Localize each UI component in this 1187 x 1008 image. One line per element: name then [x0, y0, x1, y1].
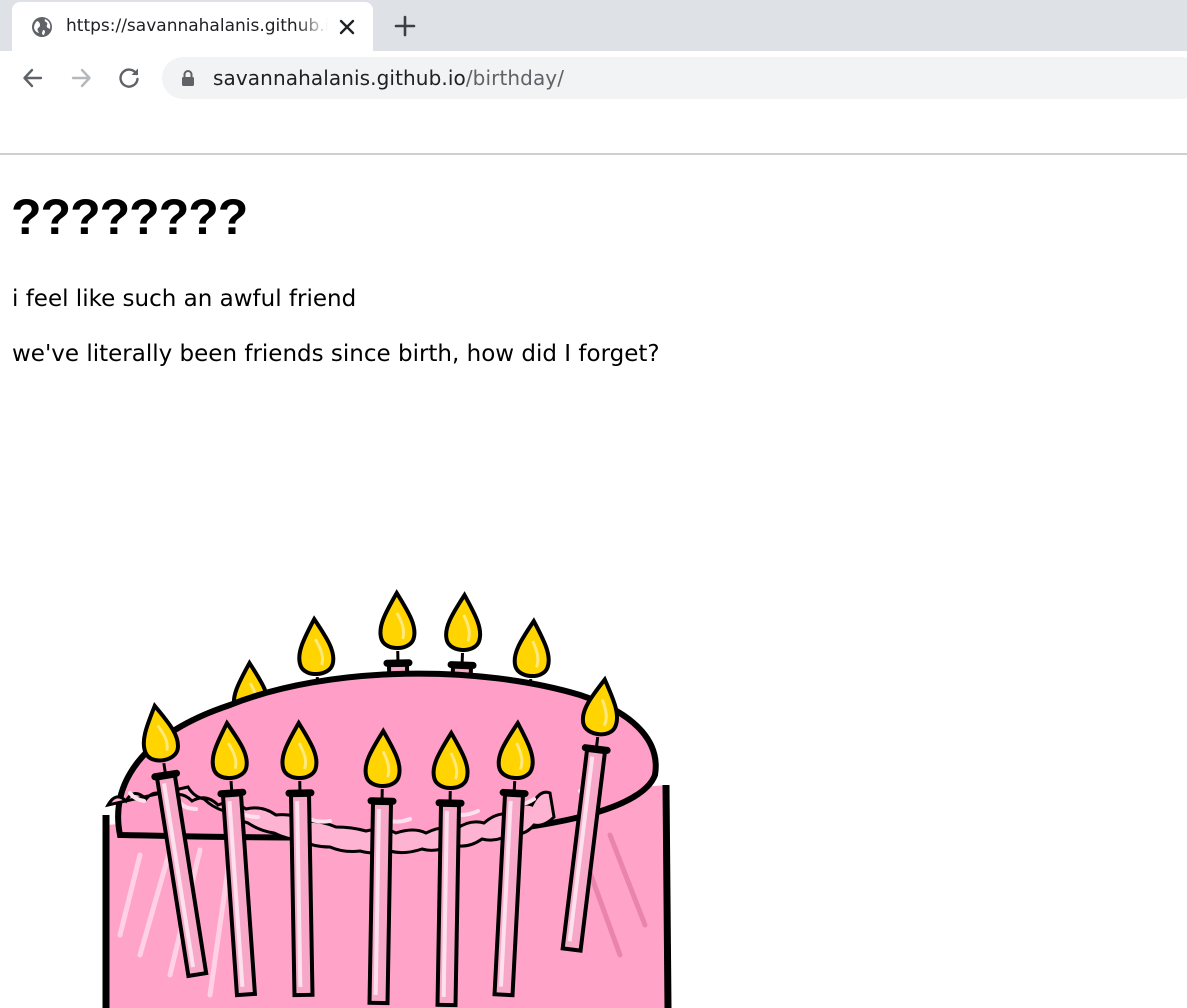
arrow-right-icon[interactable]	[68, 65, 94, 91]
reload-icon[interactable]	[116, 65, 142, 91]
globe-icon	[32, 17, 52, 37]
lock-icon[interactable]	[180, 69, 196, 87]
page-heading: ????????	[11, 189, 248, 245]
birthday-cake-icon	[102, 455, 672, 1008]
arrow-left-icon[interactable]	[20, 65, 46, 91]
address-bar[interactable]: savannahalanis.github.io/birthday/	[162, 57, 1187, 99]
page-content: ???????? i feel like such an awful frien…	[0, 155, 1187, 1008]
url-host: savannahalanis.github.io	[213, 66, 466, 90]
paragraph-friends-since-birth: we've literally been friends since birth…	[12, 341, 660, 367]
tab-title: https://savannahalanis.github.io/birthda…	[66, 16, 328, 36]
url-path: /birthday/	[465, 66, 565, 90]
paragraph-apology: i feel like such an awful friend	[12, 286, 357, 312]
browser-tab[interactable]: https://savannahalanis.github.io/birthda…	[12, 2, 373, 51]
browser-toolbar: savannahalanis.github.io/birthday/	[0, 51, 1187, 155]
close-icon[interactable]	[336, 16, 358, 38]
url-text[interactable]: savannahalanis.github.io/birthday/	[213, 66, 564, 90]
plus-icon[interactable]	[392, 13, 418, 39]
tab-strip: https://savannahalanis.github.io/birthda…	[0, 0, 1187, 51]
